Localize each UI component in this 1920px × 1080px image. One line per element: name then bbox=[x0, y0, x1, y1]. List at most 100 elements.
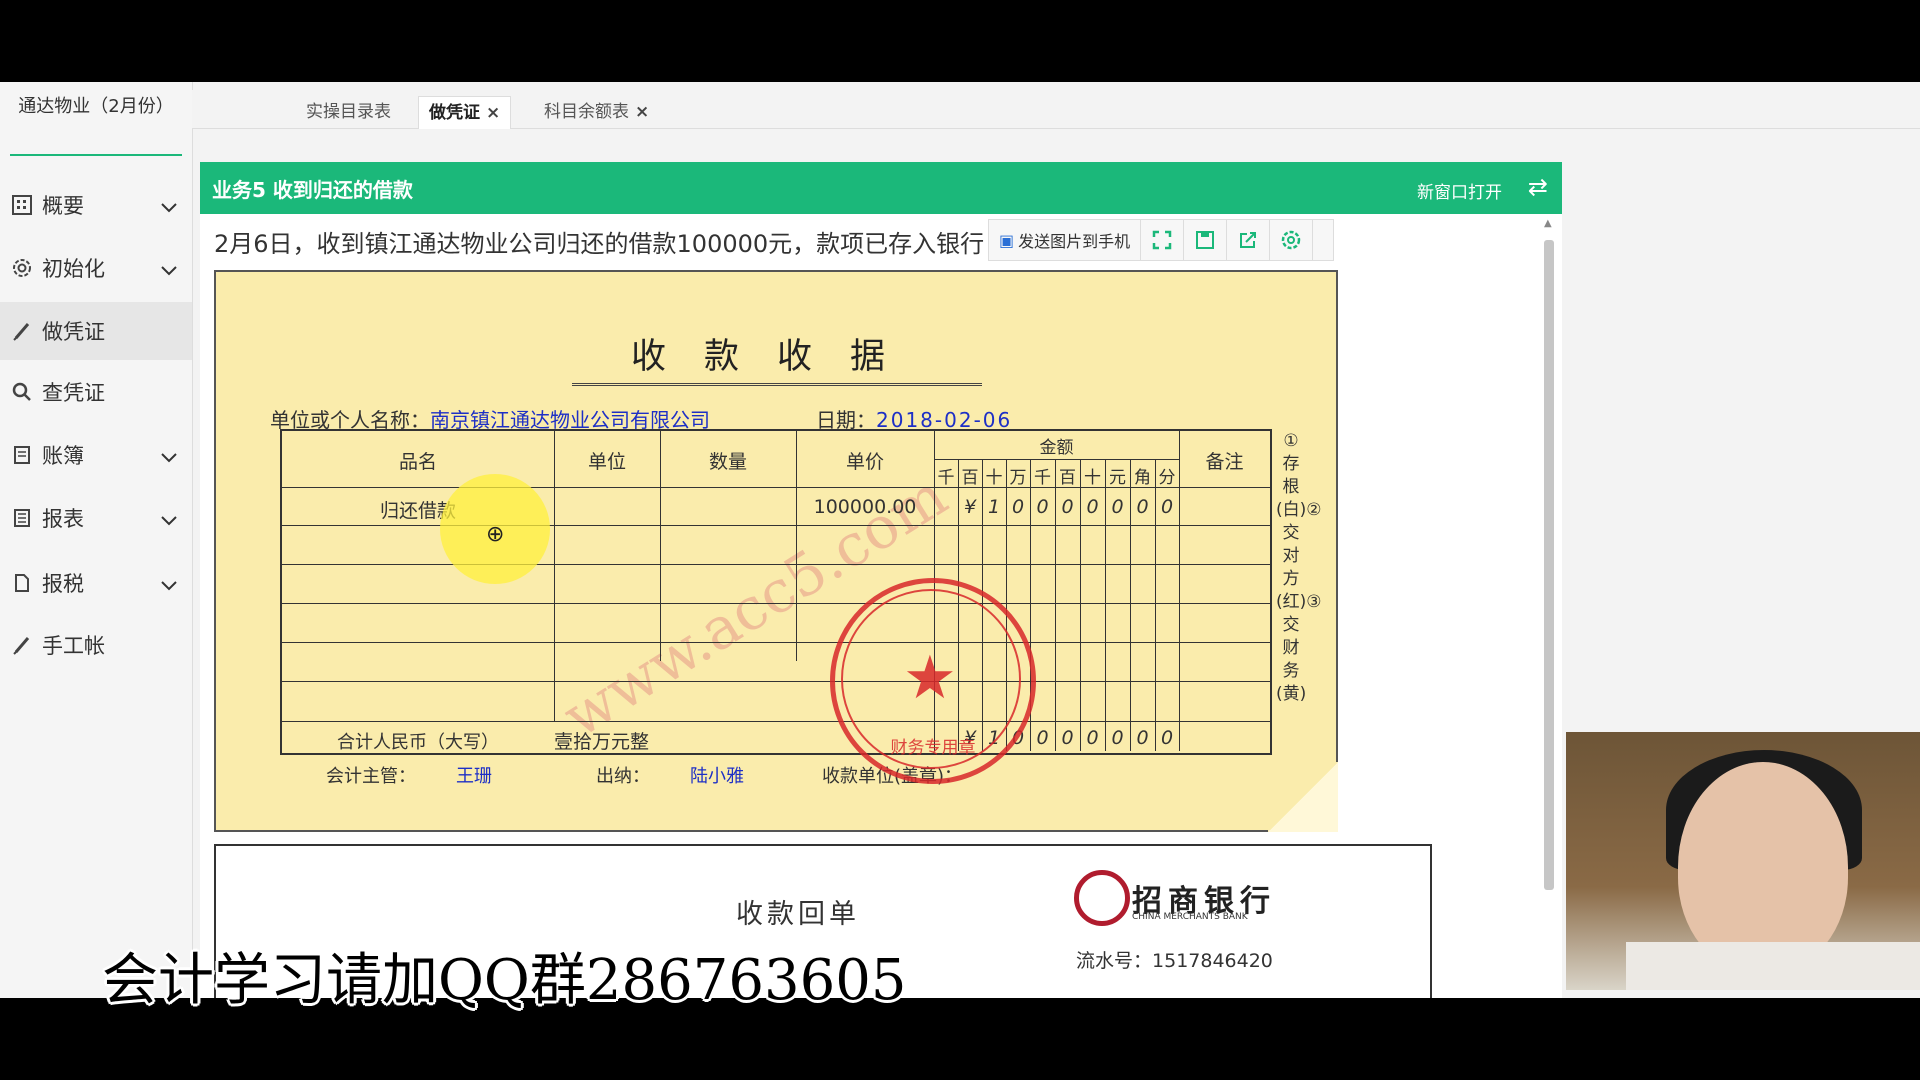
sidebar-item-label: 概要 bbox=[42, 194, 84, 218]
chevron-down-icon bbox=[160, 573, 178, 597]
scroll-up-icon[interactable]: ▲ bbox=[1544, 218, 1552, 229]
document-icon bbox=[10, 571, 34, 595]
task-header: 业务5 收到归还的借款 新窗口打开 ⇄ bbox=[200, 162, 1562, 214]
sidebar-item-reports[interactable]: 报表 bbox=[0, 489, 192, 547]
serial-label: 流水号： bbox=[1076, 950, 1153, 972]
accountant-label: 会计主管： bbox=[326, 766, 416, 787]
swap-icon[interactable]: ⇄ bbox=[1528, 173, 1548, 201]
bank-name-en: CHINA MERCHANTS BANK bbox=[1132, 912, 1248, 922]
header-price: 单价 bbox=[845, 451, 884, 473]
save-icon[interactable] bbox=[1184, 220, 1228, 260]
tab-bar: 实操目录表 做凭证 × 科目余额表 × bbox=[192, 90, 1920, 129]
header-amount: 金额 bbox=[1039, 438, 1074, 458]
header-note: 备注 bbox=[1205, 451, 1244, 473]
scrollbar-thumb[interactable] bbox=[1544, 240, 1554, 890]
image-toolbar: ▣ 发送图片到手机 bbox=[988, 219, 1334, 261]
report-icon bbox=[10, 506, 34, 530]
scrollbar[interactable]: ▲ bbox=[1542, 218, 1556, 998]
total-digit: 0 bbox=[1136, 727, 1149, 749]
header-item: 品名 bbox=[398, 451, 437, 473]
total-digit: 0 bbox=[1036, 727, 1049, 749]
digit-header: 元 bbox=[1109, 468, 1126, 488]
book-icon bbox=[10, 443, 34, 467]
sidebar-item-init[interactable]: 初始化 bbox=[0, 239, 192, 297]
tab-label: 实操目录表 bbox=[306, 102, 391, 122]
chevron-down-icon bbox=[160, 258, 178, 282]
search-icon bbox=[10, 380, 34, 404]
row1-price: 100000.00 bbox=[813, 496, 917, 518]
row1-digit: 0 bbox=[1160, 496, 1174, 518]
settings-icon[interactable] bbox=[1270, 220, 1314, 260]
send-to-phone-label: 发送图片到手机 bbox=[1018, 232, 1131, 251]
tab-account-balance[interactable]: 科目余额表 × bbox=[534, 96, 659, 128]
row1-digit: 0 bbox=[1136, 496, 1149, 518]
seal-text: 财务专用章 bbox=[890, 738, 976, 758]
digit-header: 百 bbox=[1059, 468, 1076, 488]
copy-notes: ①存根(白)②交对方(红)③交财务(黄) bbox=[1276, 431, 1322, 704]
gear-icon bbox=[10, 256, 34, 280]
sidebar-item-tax[interactable]: 报税 bbox=[0, 554, 192, 612]
grid-icon bbox=[10, 193, 34, 217]
share-icon[interactable] bbox=[1227, 220, 1271, 260]
total-digit: 0 bbox=[1111, 727, 1124, 749]
send-to-phone-button[interactable]: ▣ 发送图片到手机 bbox=[989, 220, 1142, 260]
row1-digit: 0 bbox=[1036, 496, 1049, 518]
accountant-value: 王珊 bbox=[456, 766, 492, 787]
close-icon[interactable]: × bbox=[486, 103, 500, 123]
sidebar-item-ledger[interactable]: 账簿 bbox=[0, 426, 192, 484]
task-title: 业务5 收到归还的借款 bbox=[212, 178, 413, 202]
chevron-down-icon bbox=[160, 508, 178, 532]
row1-digit: 0 bbox=[1061, 496, 1074, 518]
sidebar-item-make-voucher[interactable]: 做凭证 bbox=[0, 302, 192, 360]
fullscreen-icon[interactable] bbox=[1141, 220, 1185, 260]
company-seal: ★ 财务专用章 bbox=[830, 578, 1036, 784]
sidebar: 通达物业（2月份） 概要 初始化 做凭证 查凭证 账簿 报表 报税 手工帐 bbox=[0, 82, 193, 998]
phone-icon: ▣ bbox=[999, 230, 1015, 250]
receipt-title: 收款收据 bbox=[572, 328, 982, 386]
page-curl bbox=[1268, 762, 1338, 832]
sidebar-item-view-voucher[interactable]: 查凭证 bbox=[0, 363, 192, 421]
digit-header: 千 bbox=[1034, 468, 1051, 488]
pen-icon bbox=[10, 633, 34, 657]
row1-digit: 0 bbox=[1111, 496, 1124, 518]
row1-digit: ¥ bbox=[963, 496, 977, 518]
accountant-row: 会计主管： 王珊 bbox=[326, 762, 492, 788]
close-icon[interactable]: × bbox=[635, 102, 649, 122]
digit-header: 百 bbox=[961, 468, 979, 488]
total-label: 合计人民币（大写） bbox=[337, 732, 499, 753]
chevron-down-icon bbox=[160, 195, 178, 219]
sidebar-item-label: 初始化 bbox=[42, 257, 105, 281]
digit-header: 角 bbox=[1134, 468, 1151, 488]
sidebar-item-manual-ledger[interactable]: 手工帐 bbox=[0, 616, 192, 674]
tab-make-voucher[interactable]: 做凭证 × bbox=[418, 96, 512, 129]
row1-digit: 0 bbox=[1086, 496, 1099, 518]
digit-header: 分 bbox=[1158, 468, 1176, 488]
pen-icon bbox=[10, 319, 34, 343]
company-name: 通达物业（2月份） bbox=[10, 92, 182, 156]
total-value: 壹拾万元整 bbox=[554, 731, 650, 753]
total-digit: 0 bbox=[1086, 727, 1099, 749]
total-digit: 0 bbox=[1160, 727, 1174, 749]
task-panel: 2月6日，收到镇江通达物业公司归还的借款100000元，款项已存入银行 ▣ 发送… bbox=[200, 214, 1562, 998]
digit-header: 十 bbox=[1084, 468, 1101, 488]
serial-value: 1517846420 bbox=[1152, 950, 1273, 972]
tab-label: 做凭证 bbox=[429, 103, 480, 123]
video-top-letterbox bbox=[0, 0, 1920, 82]
row1-digit: 1 bbox=[987, 496, 1001, 518]
cashier-value: 陆小雅 bbox=[690, 766, 744, 787]
webcam-overlay bbox=[1566, 732, 1920, 990]
chevron-down-icon bbox=[160, 445, 178, 469]
sidebar-item-label: 手工帐 bbox=[42, 634, 105, 658]
header-unit: 单位 bbox=[587, 451, 626, 473]
sidebar-item-label: 查凭证 bbox=[42, 381, 105, 405]
sidebar-item-label: 报表 bbox=[42, 507, 84, 531]
cashier-row: 出纳： 陆小雅 bbox=[596, 762, 744, 788]
zoom-cursor-icon: ⊕ bbox=[486, 522, 505, 547]
tab-practice-index[interactable]: 实操目录表 bbox=[296, 96, 401, 128]
bank-logo-icon bbox=[1074, 870, 1130, 926]
sidebar-item-overview[interactable]: 概要 bbox=[0, 176, 192, 234]
receipt-document: www.acc5.com 收款收据 单位或个人名称：南京镇江通达物业公司有限公司… bbox=[214, 270, 1338, 832]
header-qty: 数量 bbox=[708, 451, 747, 473]
open-new-window-link[interactable]: 新窗口打开 bbox=[1417, 178, 1502, 203]
digit-header: 万 bbox=[1009, 468, 1027, 488]
